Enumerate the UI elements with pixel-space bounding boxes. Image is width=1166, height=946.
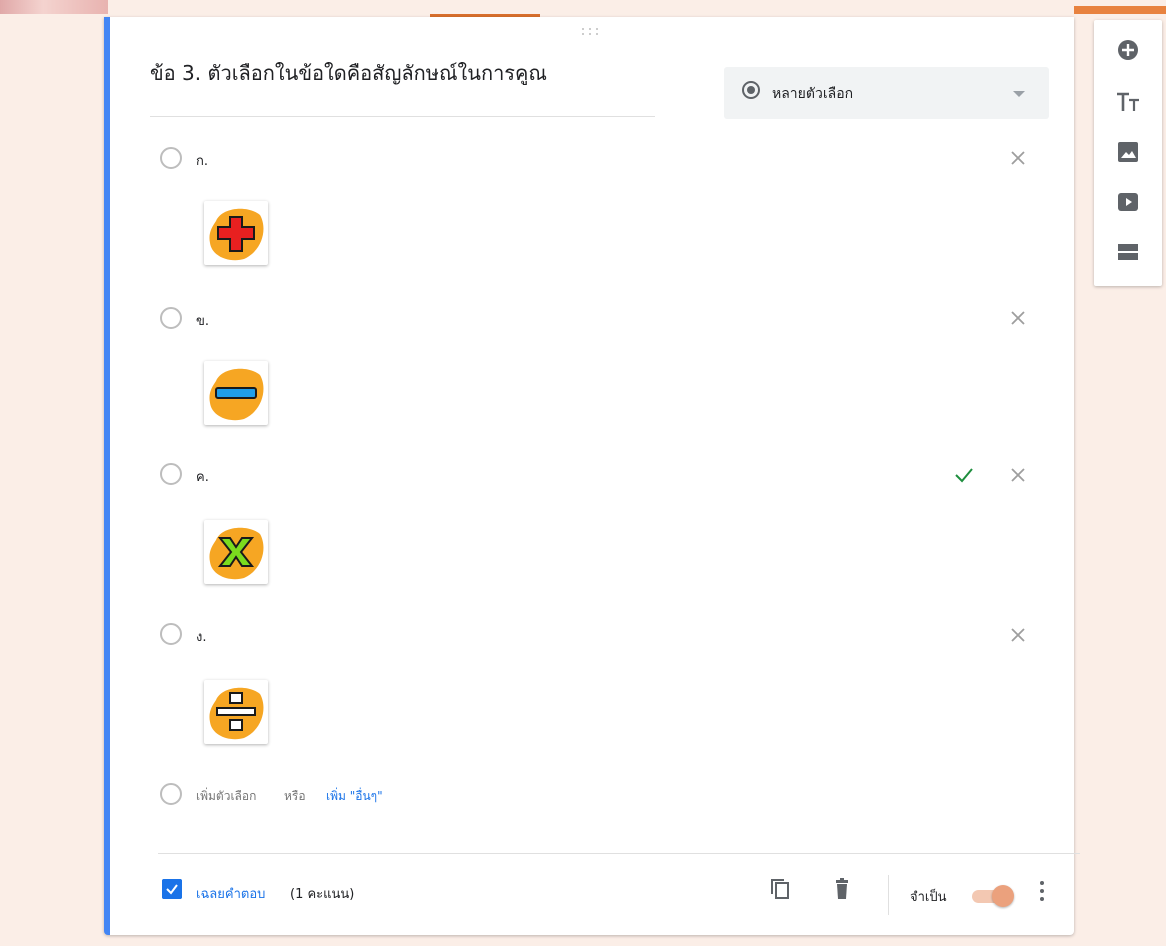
title-underline bbox=[150, 116, 655, 117]
radio-icon bbox=[160, 307, 182, 329]
answer-key-icon bbox=[162, 879, 182, 899]
multiply-symbol-icon bbox=[209, 527, 264, 580]
required-toggle[interactable] bbox=[966, 883, 1018, 909]
option-image[interactable] bbox=[204, 201, 268, 265]
option-label[interactable]: ข. bbox=[196, 310, 209, 331]
footer-divider bbox=[158, 853, 1080, 854]
option-label[interactable]: ง. bbox=[196, 626, 206, 647]
toggle-thumb bbox=[992, 885, 1014, 907]
points-label: (1 คะแนน) bbox=[290, 887, 355, 902]
remove-option-icon[interactable] bbox=[1006, 146, 1030, 170]
more-options-icon[interactable] bbox=[1034, 879, 1050, 903]
option-image[interactable] bbox=[204, 680, 268, 744]
radio-icon bbox=[160, 463, 182, 485]
add-title-icon[interactable] bbox=[1114, 88, 1142, 116]
divide-symbol-icon bbox=[209, 687, 264, 740]
plus-symbol-icon bbox=[209, 208, 264, 261]
question-type-label: หลายตัวเลือก bbox=[772, 86, 854, 102]
radio-icon bbox=[160, 623, 182, 645]
remove-option-icon[interactable] bbox=[1006, 463, 1030, 487]
header-image-strip bbox=[0, 0, 108, 14]
side-toolbar bbox=[1094, 20, 1162, 286]
question-card: ข้อ 3. ตัวเลือกในข้อใดคือสัญลักษณ์ในการค… bbox=[104, 17, 1080, 935]
add-option-input[interactable]: เพิ่มตัวเลือก bbox=[196, 787, 256, 806]
dropdown-arrow-icon bbox=[1013, 91, 1025, 97]
radio-icon bbox=[160, 783, 182, 805]
or-text: หรือ bbox=[284, 789, 306, 803]
correct-answer-check-icon bbox=[955, 468, 973, 483]
option-label[interactable]: ค. bbox=[196, 466, 209, 487]
question-type-dropdown[interactable]: หลายตัวเลือก bbox=[724, 67, 1049, 119]
minus-symbol-icon bbox=[209, 368, 264, 421]
option-label[interactable]: ก. bbox=[196, 150, 208, 171]
option-image[interactable] bbox=[204, 361, 268, 425]
option-image[interactable] bbox=[204, 520, 268, 584]
question-title[interactable]: ข้อ 3. ตัวเลือกในข้อใดคือสัญลักษณ์ในการค… bbox=[150, 57, 547, 89]
add-image-icon[interactable] bbox=[1114, 138, 1142, 166]
header-image-strip-right bbox=[1074, 6, 1166, 14]
duplicate-icon[interactable] bbox=[766, 875, 794, 903]
radio-icon bbox=[160, 147, 182, 169]
remove-option-icon[interactable] bbox=[1006, 623, 1030, 647]
footer-separator bbox=[888, 875, 889, 915]
add-other-link[interactable]: เพิ่ม "อื่นๆ" bbox=[326, 787, 383, 806]
add-video-icon[interactable] bbox=[1114, 188, 1142, 216]
delete-icon[interactable] bbox=[828, 875, 856, 903]
add-section-icon[interactable] bbox=[1114, 238, 1142, 266]
add-question-icon[interactable] bbox=[1114, 36, 1142, 64]
required-label: จำเป็น bbox=[910, 890, 947, 905]
remove-option-icon[interactable] bbox=[1006, 306, 1030, 330]
answer-key-label: เฉลยคำตอบ bbox=[196, 887, 266, 902]
drag-handle-icon[interactable] bbox=[580, 27, 600, 37]
radio-checked-icon bbox=[742, 81, 760, 99]
